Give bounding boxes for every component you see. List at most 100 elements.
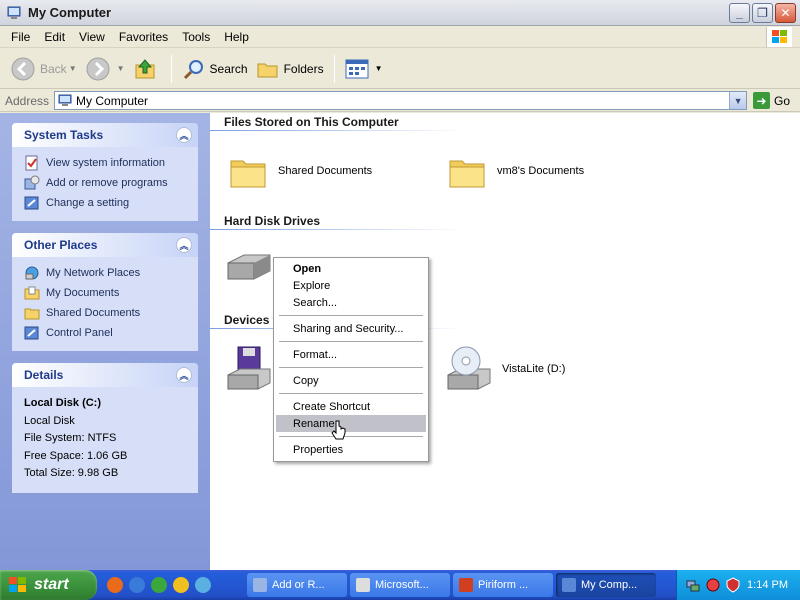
menu-favorites[interactable]: Favorites: [112, 28, 175, 46]
my-documents-icon: [24, 286, 40, 300]
ctx-copy[interactable]: Copy: [276, 372, 426, 389]
other-places-header[interactable]: Other Places ︽: [12, 233, 198, 257]
ctx-separator: [279, 315, 423, 316]
forward-dropdown-icon[interactable]: ▼: [117, 64, 125, 73]
control-panel-link[interactable]: Control Panel: [24, 323, 188, 343]
taskbar-button-piriform[interactable]: Piriform ...: [453, 573, 553, 597]
ctx-rename[interactable]: Rename: [276, 415, 426, 432]
ctx-search[interactable]: Search...: [276, 294, 426, 311]
ctx-explore[interactable]: Explore: [276, 277, 426, 294]
close-button[interactable]: ✕: [775, 3, 796, 23]
go-button[interactable]: ➜ Go: [753, 92, 790, 109]
my-network-places-link[interactable]: My Network Places: [24, 263, 188, 283]
tools-tray-icon[interactable]: [705, 577, 721, 593]
collapse-chevron-icon[interactable]: ︽: [176, 127, 192, 143]
cd-drive-icon: [447, 346, 491, 390]
cd-drive-d[interactable]: VistaLite (D:): [444, 345, 565, 393]
details-header[interactable]: Details ︽: [12, 363, 198, 387]
search-button[interactable]: Search: [178, 53, 252, 85]
installer-icon: [356, 578, 370, 592]
hard-drive-icon: [227, 254, 271, 280]
folders-button[interactable]: Folders: [252, 53, 328, 85]
back-button[interactable]: Back ▼: [6, 53, 81, 85]
forward-arrow-icon: [86, 57, 110, 80]
messenger-icon[interactable]: [173, 577, 189, 593]
taskbar-button-microsoft[interactable]: Microsoft...: [350, 573, 450, 597]
taskbar-button-my-computer[interactable]: My Comp...: [556, 573, 656, 597]
system-tasks-header[interactable]: System Tasks ︽: [12, 123, 198, 147]
group-title-removable: Devices v: [224, 313, 280, 327]
firefox-icon[interactable]: [107, 577, 123, 593]
title-bar[interactable]: My Computer _ ❐ ✕: [0, 0, 800, 26]
back-dropdown-icon[interactable]: ▼: [69, 64, 77, 73]
change-setting-link[interactable]: Change a setting: [24, 193, 188, 213]
menu-tools[interactable]: Tools: [175, 28, 217, 46]
control-panel-icon: [24, 196, 39, 210]
ctx-format[interactable]: Format...: [276, 346, 426, 363]
add-remove-programs-link[interactable]: Add or remove programs: [24, 173, 188, 193]
ctx-open[interactable]: Open: [276, 260, 426, 277]
address-dropdown-icon[interactable]: ▼: [729, 92, 747, 109]
go-arrow-icon: ➜: [753, 92, 771, 109]
minimize-button[interactable]: _: [729, 3, 750, 23]
other-places-panel: Other Places ︽ My Network Places My Docu…: [12, 233, 198, 351]
network-tray-icon[interactable]: [685, 577, 701, 593]
toolbar-separator: [170, 54, 172, 83]
search-icon: [183, 59, 203, 79]
toolbar-separator: [333, 54, 335, 83]
taskbar-button-add-remove[interactable]: Add or R...: [247, 573, 347, 597]
views-button[interactable]: ▼: [341, 53, 387, 85]
group-divider: [210, 229, 465, 230]
menu-view[interactable]: View: [72, 28, 112, 46]
ctx-sharing-security[interactable]: Sharing and Security...: [276, 320, 426, 337]
mouse-cursor-icon: [331, 420, 346, 440]
system-info-icon: [25, 155, 38, 171]
menu-help[interactable]: Help: [217, 28, 256, 46]
ctx-properties[interactable]: Properties: [276, 441, 426, 458]
network-places-icon: [25, 266, 39, 280]
details-file-system: File System: NTFS: [24, 432, 117, 444]
views-dropdown-icon[interactable]: ▼: [375, 64, 383, 73]
back-arrow-icon: [11, 57, 35, 80]
view-system-info-link[interactable]: View system information: [24, 153, 188, 173]
ie-icon[interactable]: [129, 577, 145, 593]
maximize-button[interactable]: ❐: [752, 3, 773, 23]
folder-icon: [24, 308, 40, 320]
clock[interactable]: 1:14 PM: [747, 579, 788, 591]
start-button[interactable]: start: [0, 570, 97, 600]
collapse-chevron-icon[interactable]: ︽: [176, 237, 192, 253]
system-tasks-panel: System Tasks ︽ View system information A…: [12, 123, 198, 221]
chrome-icon[interactable]: [151, 577, 167, 593]
my-computer-icon: [7, 6, 21, 19]
context-menu: Open Explore Search... Sharing and Secur…: [273, 257, 429, 462]
taskbar: start Add or R... Microsoft... Piriform …: [0, 570, 800, 600]
ctx-separator: [279, 393, 423, 394]
user-documents-folder[interactable]: vm8's Documents: [447, 151, 584, 191]
group-title-files: Files Stored on This Computer: [224, 115, 399, 129]
menu-edit[interactable]: Edit: [37, 28, 72, 46]
ctx-separator: [279, 436, 423, 437]
shared-documents-folder[interactable]: Shared Documents: [228, 151, 372, 191]
app-icon[interactable]: [195, 577, 211, 593]
group-title-hdd: Hard Disk Drives: [224, 214, 321, 228]
details-drive-type: Local Disk: [24, 414, 75, 427]
address-input[interactable]: My Computer ▼: [54, 91, 748, 110]
ctx-create-shortcut[interactable]: Create Shortcut: [276, 398, 426, 415]
windows-logo-icon: [766, 27, 792, 47]
my-documents-link[interactable]: My Documents: [24, 283, 188, 303]
add-remove-programs-icon: [253, 578, 267, 592]
add-remove-programs-icon: [24, 175, 40, 190]
menu-file[interactable]: File: [4, 28, 37, 46]
security-shield-icon[interactable]: [725, 577, 741, 593]
details-total-size: Total Size: 9.98 GB: [24, 467, 119, 479]
up-folder-button[interactable]: [129, 53, 165, 85]
collapse-chevron-icon[interactable]: ︽: [176, 367, 192, 383]
windows-logo-icon: [9, 577, 26, 592]
folder-icon: [449, 160, 485, 188]
details-drive-name: Local Disk (C:): [24, 397, 102, 409]
address-bar: Address My Computer ▼ ➜ Go: [0, 90, 800, 112]
forward-button[interactable]: ▼: [81, 53, 129, 85]
group-divider: [210, 130, 465, 131]
folders-icon: [257, 63, 278, 77]
shared-documents-link[interactable]: Shared Documents: [24, 303, 188, 323]
